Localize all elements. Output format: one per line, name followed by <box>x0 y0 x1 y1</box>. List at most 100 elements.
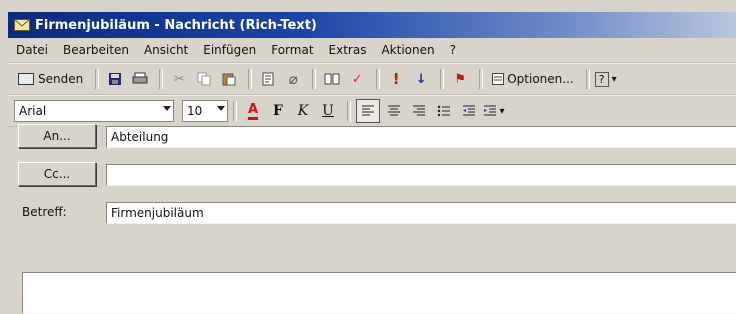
subject-field[interactable]: Firmenjubiläum <box>106 202 736 224</box>
flag-button[interactable]: ⚑ <box>449 68 471 90</box>
check-button[interactable]: ✓ <box>346 68 368 90</box>
copy-button[interactable] <box>193 68 215 90</box>
outdent-icon <box>463 105 475 116</box>
standard-toolbar: Senden ✂ ⌀ ✓ ! ↓ ⚑ Optionen... ? ▾ <box>8 63 736 95</box>
help-icon: ? <box>594 71 609 87</box>
check-names-button[interactable] <box>321 68 343 90</box>
to-row: An... Abteilung <box>8 124 736 148</box>
save-button[interactable] <box>104 68 126 90</box>
send-label: Senden <box>38 72 84 86</box>
italic-label: K <box>297 103 309 119</box>
cut-button[interactable]: ✂ <box>168 68 190 90</box>
to-button[interactable]: An... <box>18 124 96 148</box>
scissors-icon: ✂ <box>173 71 185 87</box>
font-name-value: Arial <box>19 104 47 118</box>
toolbar-separator <box>312 69 317 89</box>
message-header: An... Abteilung Cc... Betreff: Firmenjub… <box>8 124 736 314</box>
title-bar: Firmenjubiläum - Nachricht (Rich-Text) <box>8 12 736 38</box>
underline-label: U <box>322 103 334 119</box>
font-color-button[interactable]: A <box>242 100 264 122</box>
italic-button[interactable]: K <box>292 100 314 122</box>
paste-icon <box>222 73 236 86</box>
decrease-indent-button[interactable] <box>458 100 480 122</box>
align-right-button[interactable] <box>408 100 430 122</box>
paperclip-icon: ⌀ <box>288 70 298 88</box>
align-center-icon <box>388 105 400 116</box>
toolbar-separator <box>347 101 351 121</box>
font-size-select[interactable]: 10 <box>182 100 228 122</box>
increase-indent-button[interactable]: ▾ <box>483 100 505 122</box>
align-left-button[interactable] <box>356 99 380 123</box>
toolbar-separator <box>95 69 100 89</box>
align-right-icon <box>413 105 425 116</box>
attach-button[interactable]: ⌀ <box>282 68 304 90</box>
toolbar-separator <box>440 69 445 89</box>
to-field[interactable]: Abteilung <box>106 126 736 148</box>
envelope-icon <box>14 19 30 31</box>
align-left-icon <box>362 105 374 116</box>
chevron-down-icon: ▾ <box>611 73 617 85</box>
copy-icon <box>197 72 211 86</box>
to-button-label: An... <box>43 129 71 143</box>
font-size-value: 10 <box>187 104 203 118</box>
options-button[interactable]: Optionen... <box>488 68 577 90</box>
toolbar-separator <box>479 69 484 89</box>
underline-button[interactable]: U <box>317 100 339 122</box>
print-button[interactable] <box>129 68 151 90</box>
paste-button[interactable] <box>218 68 240 90</box>
save-icon <box>109 73 122 85</box>
menu-ansicht[interactable]: Ansicht <box>144 43 188 57</box>
toolbar-separator <box>159 69 164 89</box>
options-icon <box>492 73 505 85</box>
toolbar-separator <box>376 69 381 89</box>
menu-bearbeiten[interactable]: Bearbeiten <box>63 43 129 57</box>
menu-datei[interactable]: Datei <box>16 43 48 57</box>
menu-extras[interactable]: Extras <box>329 43 367 57</box>
subject-label: Betreff: <box>22 205 67 219</box>
subject-value: Firmenjubiläum <box>111 206 204 220</box>
bullet-list-icon <box>437 105 450 117</box>
bullets-button[interactable] <box>433 100 455 122</box>
down-arrow-icon: ↓ <box>415 71 427 87</box>
formatting-toolbar: Arial 10 A F K U ▾ <box>8 95 736 127</box>
toolbar-separator <box>248 69 253 89</box>
print-icon <box>132 72 148 84</box>
chevron-down-icon <box>217 106 225 111</box>
importance-high-button[interactable]: ! <box>385 68 407 90</box>
send-icon <box>18 73 34 85</box>
subject-row: Betreff: Firmenjubiläum <box>8 200 736 224</box>
font-color-icon: A <box>247 102 259 120</box>
to-value: Abteilung <box>111 130 169 144</box>
cc-button[interactable]: Cc... <box>18 162 96 186</box>
options-label: Optionen... <box>507 72 574 86</box>
indent-icon <box>484 105 497 116</box>
menu-einfuegen[interactable]: Einfügen <box>203 43 256 57</box>
cc-row: Cc... <box>8 162 736 186</box>
bold-label: F <box>273 103 283 119</box>
message-window: Firmenjubiläum - Nachricht (Rich-Text) D… <box>8 12 736 314</box>
send-button[interactable]: Senden <box>14 68 87 90</box>
menu-format[interactable]: Format <box>271 43 313 57</box>
bold-button[interactable]: F <box>267 100 289 122</box>
align-center-button[interactable] <box>383 100 405 122</box>
book-icon <box>324 73 340 85</box>
menu-bar: Datei Bearbeiten Ansicht Einfügen Format… <box>8 38 736 63</box>
exclamation-icon: ! <box>392 70 400 88</box>
address-book-button[interactable] <box>257 68 279 90</box>
checkmark-icon: ✓ <box>351 71 363 87</box>
cc-field[interactable] <box>106 164 736 186</box>
chevron-down-icon <box>163 106 171 111</box>
chevron-down-icon: ▾ <box>499 105 505 117</box>
font-name-select[interactable]: Arial <box>14 100 174 122</box>
toolbar-separator <box>585 69 590 89</box>
importance-low-button[interactable]: ↓ <box>410 68 432 90</box>
menu-aktionen[interactable]: Aktionen <box>381 43 434 57</box>
address-book-icon <box>262 72 274 86</box>
menu-help[interactable]: ? <box>450 43 456 57</box>
message-body[interactable] <box>22 272 736 314</box>
toolbar-separator <box>233 101 237 121</box>
help-button[interactable]: ? ▾ <box>594 68 617 90</box>
cc-button-label: Cc... <box>43 167 71 181</box>
flag-icon: ⚑ <box>454 71 467 87</box>
window-title: Firmenjubiläum - Nachricht (Rich-Text) <box>35 17 317 33</box>
